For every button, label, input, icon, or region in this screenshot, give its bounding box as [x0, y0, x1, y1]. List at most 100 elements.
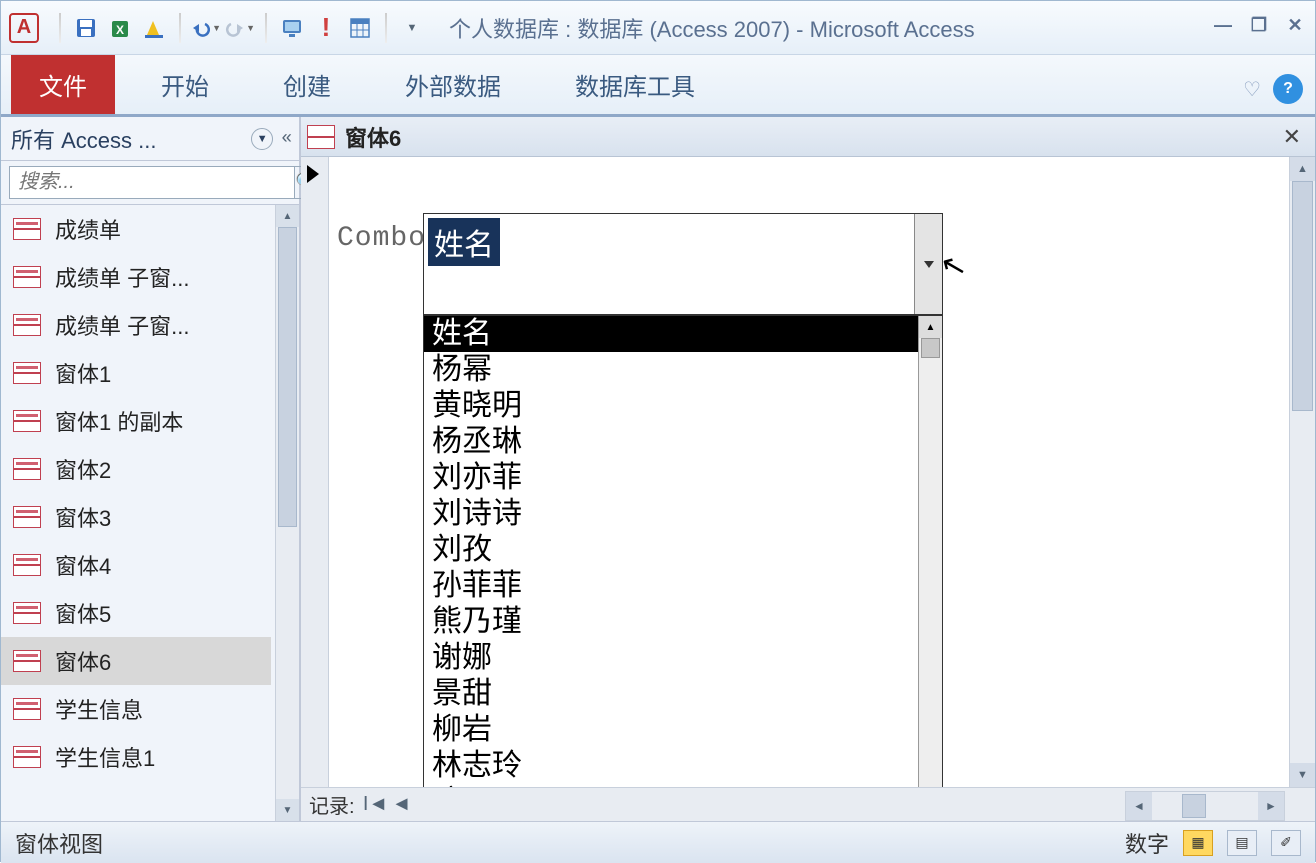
- nav-item-label: 窗体4: [55, 549, 111, 581]
- form-icon: [13, 218, 41, 240]
- nav-item-label: 成绩单 子窗...: [55, 261, 189, 293]
- tab-external-data[interactable]: 外部数据: [377, 55, 529, 114]
- status-bar: 窗体视图 数字 ▦ ▤ ✐: [1, 821, 1315, 863]
- design-view-button[interactable]: ✐: [1271, 830, 1301, 856]
- nav-item[interactable]: 窗体6: [1, 637, 271, 685]
- form-icon: [13, 746, 41, 768]
- nav-collapse-button[interactable]: «: [281, 129, 289, 149]
- screen-icon[interactable]: [277, 13, 307, 43]
- nav-item-label: 成绩单 子窗...: [55, 309, 189, 341]
- qat-separator: [179, 13, 181, 43]
- scroll-up-icon[interactable]: ▲: [1290, 157, 1315, 181]
- dropdown-item[interactable]: 谢娜: [424, 640, 918, 676]
- scroll-track[interactable]: [1152, 792, 1258, 820]
- dropdown-item[interactable]: 杨丞琳: [424, 424, 918, 460]
- form-icon: [13, 506, 41, 528]
- nav-scrollbar[interactable]: ▲ ▼: [275, 205, 299, 821]
- dropdown-item[interactable]: 黄晓明: [424, 388, 918, 424]
- dropdown-item[interactable]: 景甜: [424, 676, 918, 712]
- minimize-button[interactable]: —: [1211, 13, 1235, 37]
- nav-item[interactable]: 成绩单 子窗...: [1, 253, 271, 301]
- nav-search-input[interactable]: [9, 166, 295, 199]
- highlight-icon[interactable]: [139, 13, 169, 43]
- record-navigator: 记录: I◄ ◄ ◄ ►: [301, 787, 1315, 821]
- current-record-marker-icon: [307, 165, 319, 183]
- combo-dropdown-list[interactable]: 姓名杨幂黄晓明杨丞琳刘亦菲刘诗诗刘孜孙菲菲熊乃瑾谢娜景甜柳岩林志玲弦子 ▲ ▼: [423, 315, 943, 821]
- combo-dropdown-button[interactable]: [914, 214, 942, 314]
- app-icon[interactable]: A: [9, 13, 39, 43]
- window-title: 个人数据库 : 数据库 (Access 2007) - Microsoft Ac…: [449, 12, 975, 44]
- nav-header[interactable]: 所有 Access ... ▼ «: [1, 117, 299, 161]
- scroll-thumb[interactable]: [921, 338, 940, 358]
- scroll-up-icon[interactable]: ▲: [276, 205, 299, 227]
- dropdown-item[interactable]: 柳岩: [424, 712, 918, 748]
- nav-item-label: 学生信息1: [55, 741, 155, 773]
- document-vertical-scrollbar[interactable]: ▲ ▼: [1289, 157, 1315, 787]
- dropdown-arrow-icon[interactable]: ▼: [212, 23, 221, 33]
- qat-separator: [265, 13, 267, 43]
- alert-icon[interactable]: !: [311, 13, 341, 43]
- dropdown-item[interactable]: 林志玲: [424, 748, 918, 784]
- document-tab-label[interactable]: 窗体6: [345, 121, 401, 153]
- nav-item[interactable]: 窗体1 的副本: [1, 397, 271, 445]
- document-area: 窗体6 ✕ Combo 姓名 ↖ 姓名杨幂黄晓明杨丞琳刘亦菲刘诗诗刘孜孙菲菲熊乃…: [301, 117, 1315, 821]
- document-close-button[interactable]: ✕: [1283, 124, 1301, 150]
- dropdown-item[interactable]: 姓名: [424, 316, 918, 352]
- dropdown-item[interactable]: 孙菲菲: [424, 568, 918, 604]
- excel-export-icon[interactable]: X: [105, 13, 135, 43]
- first-record-button[interactable]: I◄: [363, 793, 389, 816]
- help-button[interactable]: ?: [1273, 74, 1303, 104]
- tab-home[interactable]: 开始: [133, 55, 237, 114]
- dropdown-scrollbar[interactable]: ▲ ▼: [918, 316, 942, 820]
- scroll-thumb[interactable]: [1292, 181, 1313, 411]
- nav-item[interactable]: 窗体5: [1, 589, 271, 637]
- document-tab-bar: 窗体6 ✕: [301, 117, 1315, 157]
- main-area: 所有 Access ... ▼ « 🔍 成绩单成绩单 子窗...成绩单 子窗..…: [1, 117, 1315, 821]
- form-body[interactable]: Combo 姓名 ↖ 姓名杨幂黄晓明杨丞琳刘亦菲刘诗诗刘孜孙菲菲熊乃瑾谢娜景甜柳…: [301, 157, 1315, 821]
- dropdown-item[interactable]: 杨幂: [424, 352, 918, 388]
- datasheet-view-button[interactable]: ▤: [1227, 830, 1257, 856]
- dropdown-arrow-icon[interactable]: ▼: [246, 23, 255, 33]
- dropdown-item[interactable]: 熊乃瑾: [424, 604, 918, 640]
- nav-item[interactable]: 学生信息: [1, 685, 271, 733]
- scroll-down-icon[interactable]: ▼: [276, 799, 299, 821]
- scroll-up-icon[interactable]: ▲: [919, 316, 942, 338]
- scroll-thumb[interactable]: [1182, 794, 1206, 818]
- record-selector[interactable]: [301, 157, 329, 821]
- nav-item[interactable]: 窗体2: [1, 445, 271, 493]
- form-icon: [13, 362, 41, 384]
- nav-header-dropdown-icon[interactable]: ▼: [251, 128, 273, 150]
- scroll-thumb[interactable]: [278, 227, 297, 527]
- horizontal-scrollbar[interactable]: ◄ ►: [1125, 791, 1285, 821]
- undo-icon[interactable]: ▼: [191, 13, 221, 43]
- dropdown-item[interactable]: 刘诗诗: [424, 496, 918, 532]
- scroll-right-icon[interactable]: ►: [1258, 792, 1284, 820]
- nav-item[interactable]: 窗体3: [1, 493, 271, 541]
- combo-box[interactable]: 姓名: [423, 213, 943, 315]
- form-icon: [13, 410, 41, 432]
- restore-button[interactable]: ❐: [1247, 13, 1271, 37]
- nav-item[interactable]: 学生信息1: [1, 733, 271, 781]
- close-button[interactable]: ✕: [1283, 13, 1307, 37]
- nav-item[interactable]: 成绩单: [1, 205, 271, 253]
- prev-record-button[interactable]: ◄: [389, 793, 415, 816]
- nav-item[interactable]: 窗体4: [1, 541, 271, 589]
- scroll-left-icon[interactable]: ◄: [1126, 792, 1152, 820]
- dropdown-item[interactable]: 刘亦菲: [424, 460, 918, 496]
- tab-file[interactable]: 文件: [11, 55, 115, 114]
- heart-icon[interactable]: ♡: [1243, 77, 1261, 102]
- chevron-down-icon: [924, 261, 934, 268]
- redo-icon[interactable]: ▼: [225, 13, 255, 43]
- dropdown-item[interactable]: 刘孜: [424, 532, 918, 568]
- qat-separator: [385, 13, 387, 43]
- save-icon[interactable]: [71, 13, 101, 43]
- tab-database-tools[interactable]: 数据库工具: [547, 55, 723, 114]
- scroll-down-icon[interactable]: ▼: [1290, 763, 1315, 787]
- nav-item[interactable]: 成绩单 子窗...: [1, 301, 271, 349]
- nav-item[interactable]: 窗体1: [1, 349, 271, 397]
- navigation-pane: 所有 Access ... ▼ « 🔍 成绩单成绩单 子窗...成绩单 子窗..…: [1, 117, 301, 821]
- datasheet-icon[interactable]: [345, 13, 375, 43]
- qat-customize-icon[interactable]: ▼: [397, 13, 427, 43]
- form-view-button[interactable]: ▦: [1183, 830, 1213, 856]
- tab-create[interactable]: 创建: [255, 55, 359, 114]
